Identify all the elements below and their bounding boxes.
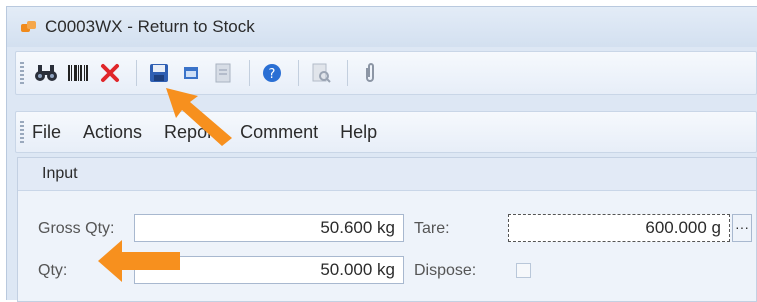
toolbar-separator	[249, 60, 250, 86]
find-binoculars-icon[interactable]	[32, 58, 60, 88]
delete-x-icon[interactable]	[96, 58, 124, 88]
qty-label: Qty:	[38, 262, 68, 279]
toolbar-separator	[298, 60, 299, 86]
barcode-icon[interactable]	[64, 58, 92, 88]
toolbar-grip[interactable]	[20, 62, 24, 84]
menu-grip[interactable]	[20, 121, 24, 143]
tare-ellipsis-button[interactable]: ···	[732, 214, 752, 242]
menu-bar: File Actions Report Comment Help	[15, 111, 757, 153]
input-group-header: Input	[18, 158, 756, 191]
annotation-arrow-toolbar	[166, 88, 232, 146]
annotation-arrow-qty	[98, 240, 180, 282]
menu-help[interactable]: Help	[340, 122, 377, 143]
gross-qty-label: Gross Qty:	[38, 220, 115, 237]
help-icon[interactable]: ?	[258, 58, 286, 88]
attachment-icon[interactable]	[356, 58, 384, 88]
tare-label: Tare:	[414, 220, 450, 237]
menu-file[interactable]: File	[32, 122, 61, 143]
window-title: C0003WX - Return to Stock	[45, 17, 255, 36]
dispose-checkbox[interactable]	[516, 263, 531, 278]
print-preview-icon[interactable]	[307, 58, 335, 88]
svg-text:?: ?	[269, 67, 276, 82]
title-bar: C0003WX - Return to Stock	[7, 7, 757, 47]
menu-actions[interactable]: Actions	[83, 122, 142, 143]
toolbar: ?	[15, 51, 757, 95]
tare-field[interactable]: 600.000 g	[508, 214, 730, 242]
toolbar-separator	[347, 60, 348, 86]
toolbar-separator	[136, 60, 137, 86]
app-icon	[21, 20, 37, 34]
dispose-label: Dispose:	[414, 262, 477, 279]
menu-comment[interactable]: Comment	[240, 122, 318, 143]
group-title: Input	[42, 165, 78, 182]
